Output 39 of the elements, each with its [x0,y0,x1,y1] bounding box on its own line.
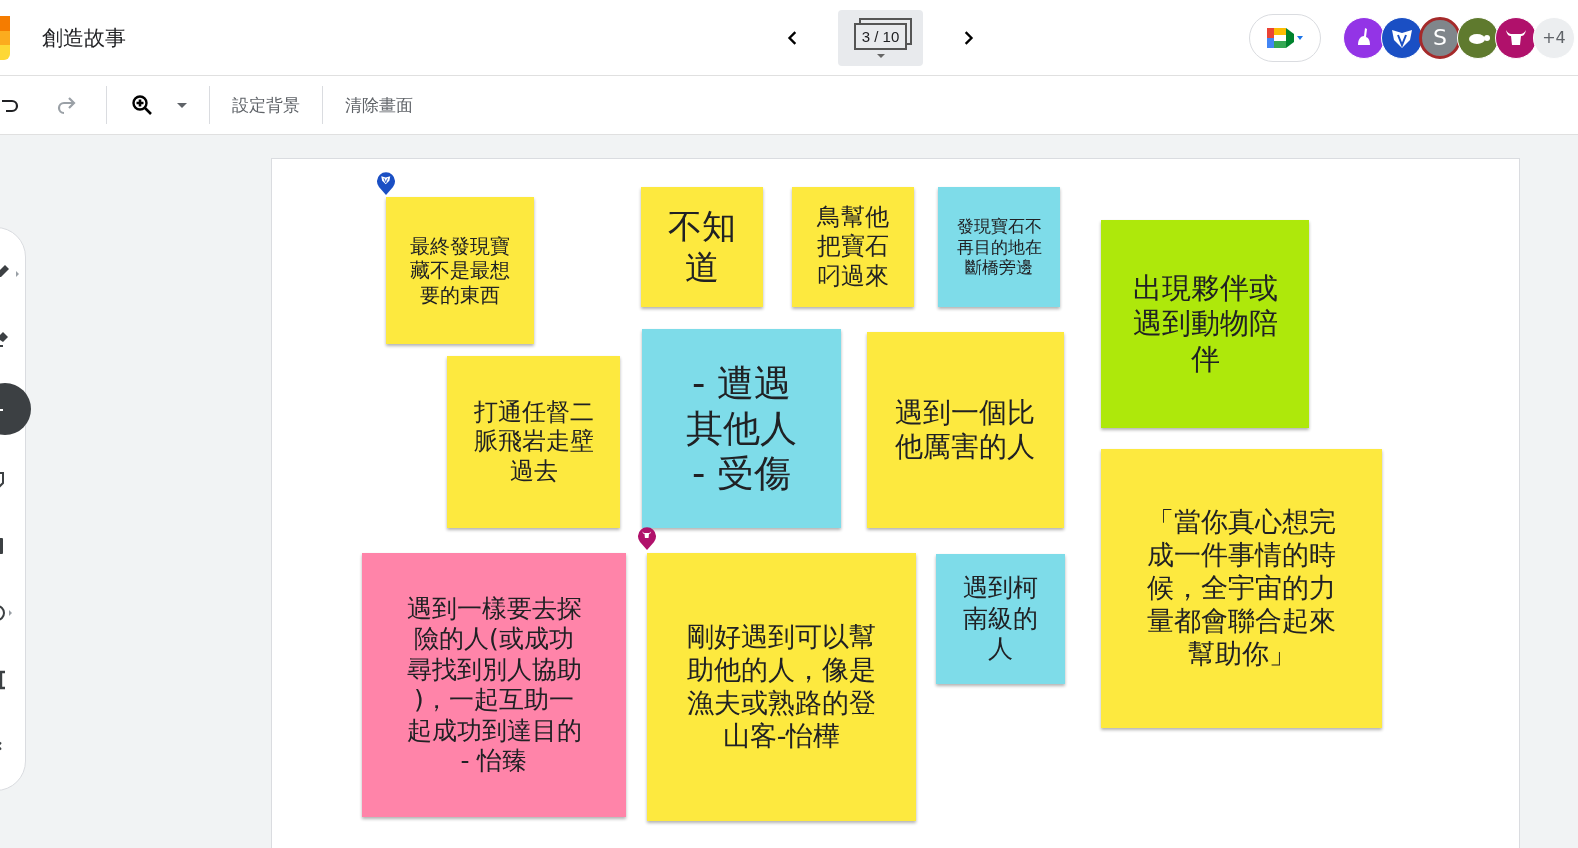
sticky-note[interactable]: - 遭遇其他人- 受傷 [642,329,841,528]
note-text: 剛好遇到可以幫助他的人，像是漁夫或熟路的登山客-怡樺 [686,621,877,753]
note-text: 遇到一樣要去探險的人(或成功尋找到別人協助)，一起互助一起成功到達目的 - 怡臻 [405,593,583,777]
sticky-note[interactable]: 遇到一個比他厲害的人 [867,332,1064,528]
sticky-note[interactable]: 出現夥伴或遇到動物陪伴 [1101,220,1309,428]
document-title[interactable]: 創造故事 [42,23,622,52]
note-text: 「當你真心想完成一件事情的時候，全宇宙的力量都會聯合起來幫助你」 [1146,506,1337,671]
video-call-button[interactable] [1249,13,1321,62]
sticky-note[interactable]: 發現寶石不再目的地在斷橋旁邊 [938,187,1060,307]
sticky-note[interactable]: 不知道 [641,187,763,307]
note-text: 遇到柯南級的人 [962,573,1039,665]
toolbar-button[interactable]: 清除畫面 [323,93,435,117]
sticky-note[interactable]: 遇到柯南級的人 [936,554,1065,684]
sticky-note[interactable]: 遇到一樣要去探險的人(或成功尋找到別人協助)，一起互助一起成功到達目的 - 怡臻 [362,553,626,817]
note-text: - 遭遇其他人- 受傷 [685,360,798,497]
redo-icon[interactable] [56,95,76,115]
bull-avatar-icon[interactable] [1495,16,1537,59]
sticky-note[interactable]: 最終發現寶藏不是最想要的東西 [386,197,534,344]
app-logo-icon[interactable] [0,15,10,60]
note-text: 鳥幫他把寶石叼過來 [816,203,890,291]
note-text: 不知道 [667,205,737,289]
zoom-in-icon[interactable] [131,94,153,116]
caret-icon[interactable] [177,102,187,108]
slide-counter-button[interactable]: 3 / 10 [838,9,923,66]
note-text: 最終發現寶藏不是最想要的東西 [409,233,511,308]
sticky-note[interactable]: 鳥幫他把寶石叼過來 [792,187,914,307]
video-camera-icon [1267,25,1303,50]
note-text: 打通任督二脈飛岩走壁過去 [472,398,595,486]
user-avatar[interactable]: S [1419,16,1461,59]
note-text: 發現寶石不再目的地在斷橋旁邊 [955,215,1043,279]
sticky-note[interactable]: 「當你真心想完成一件事情的時候，全宇宙的力量都會聯合起來幫助你」 [1101,449,1382,728]
sticky-note[interactable]: 打通任督二脈飛岩走壁過去 [447,356,620,528]
sticky-note[interactable]: 剛好遇到可以幫助他的人，像是漁夫或熟路的登山客-怡樺 [647,553,916,821]
more-users-count[interactable]: +4 [1533,16,1575,59]
note-text: 遇到一個比他厲害的人 [894,395,1037,465]
note-text: 出現夥伴或遇到動物陪伴 [1131,270,1279,378]
toolbar-button[interactable]: 設定背景 [210,93,322,117]
caret-icon [876,54,885,58]
badger-avatar-icon[interactable] [1381,16,1423,59]
